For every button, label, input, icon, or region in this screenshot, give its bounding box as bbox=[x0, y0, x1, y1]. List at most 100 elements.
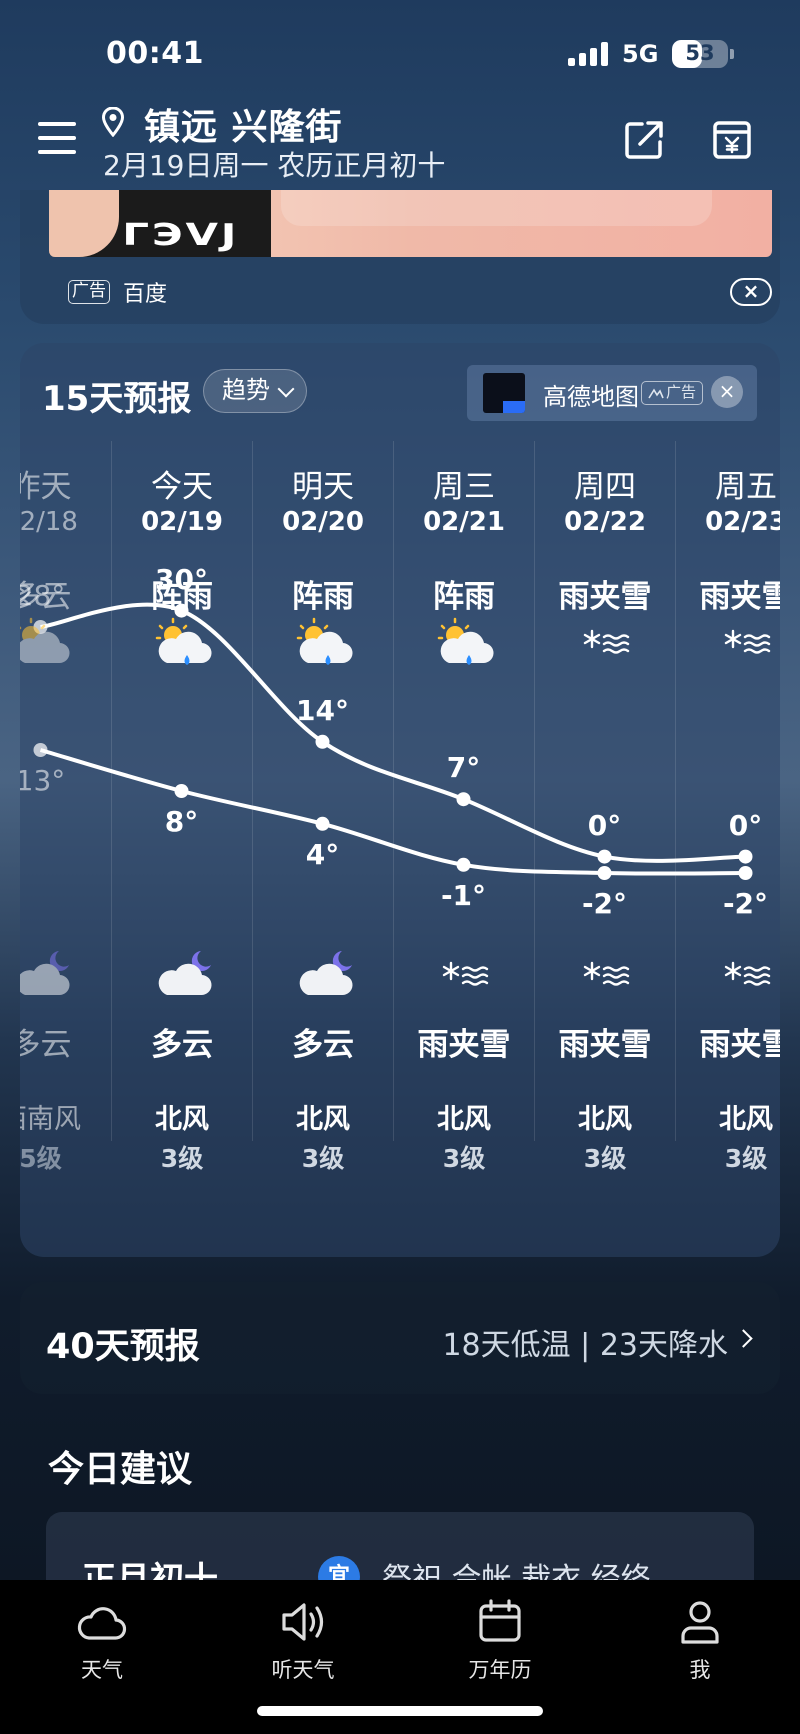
speaker-icon bbox=[282, 1603, 324, 1641]
forecast-day-column[interactable]: 明天 02/20 阵雨 多云 北风 3级 bbox=[252, 441, 393, 1173]
day-condition: 阵雨 bbox=[292, 579, 354, 615]
forecast-day-column[interactable]: 今天 02/19 阵雨 多云 北风 3级 bbox=[111, 441, 252, 1173]
low-temp-label: -2° bbox=[722, 887, 769, 920]
ad-badge: 广告 bbox=[68, 280, 110, 304]
menu-icon[interactable] bbox=[38, 122, 76, 154]
low-temp-label: 4° bbox=[305, 837, 340, 871]
low-temp-label: -1° bbox=[440, 878, 487, 912]
amap-ad[interactable]: 高德地图 广告 × bbox=[467, 365, 757, 421]
ad-panel bbox=[271, 190, 772, 257]
day-condition: 阵雨 bbox=[433, 579, 495, 615]
advice-title: 今日建议 bbox=[48, 1449, 193, 1490]
low-temp-label: 13° bbox=[20, 764, 66, 797]
cloudy-night-icon bbox=[20, 951, 70, 996]
night-condition: 多云 bbox=[151, 1027, 213, 1063]
night-condition: 雨夹雪 bbox=[699, 1027, 781, 1063]
day-date: 02/22 bbox=[564, 507, 646, 537]
tab-weather[interactable]: 天气 bbox=[42, 1598, 162, 1684]
wind-direction: 北风 bbox=[296, 1104, 350, 1135]
low-temp-label: -2° bbox=[581, 887, 628, 920]
day-weekday: 周三 bbox=[433, 469, 495, 505]
amap-ad-close-button[interactable]: × bbox=[711, 376, 743, 408]
shower-icon bbox=[437, 617, 494, 665]
calendar-icon bbox=[479, 1599, 521, 1642]
wind-direction: 北风 bbox=[578, 1104, 632, 1135]
battery-level: 53 bbox=[685, 41, 715, 65]
chevron-right-icon bbox=[734, 1329, 753, 1348]
high-temp-label: 28° bbox=[20, 579, 66, 612]
day-weekday: 周五 bbox=[715, 469, 777, 505]
day-weekday: 今天 bbox=[151, 469, 213, 505]
night-condition: 雨夹雪 bbox=[417, 1027, 511, 1063]
ad-thumbnail bbox=[483, 373, 525, 413]
forecast-40-summary: 18天低温 | 23天降水 bbox=[442, 1328, 728, 1363]
tab-me[interactable]: 我 bbox=[640, 1598, 760, 1684]
day-weekday: 周四 bbox=[574, 469, 636, 505]
tab-listen-label: 听天气 bbox=[271, 1658, 335, 1682]
ad-close-button[interactable]: × bbox=[730, 278, 772, 306]
wind-direction: 北风 bbox=[437, 1104, 491, 1135]
sleet-icon bbox=[724, 961, 771, 986]
day-condition: 雨夹雪 bbox=[699, 579, 781, 615]
wind-direction: 北风 bbox=[155, 1104, 209, 1135]
day-date: 02/21 bbox=[423, 507, 505, 537]
shower-icon bbox=[296, 617, 353, 665]
wallet-icon[interactable] bbox=[710, 118, 754, 162]
ad-logo-graphic: ГЭVJ bbox=[122, 218, 240, 253]
trend-button-label: 趋势 bbox=[222, 376, 270, 404]
night-condition: 多云 bbox=[20, 1027, 72, 1063]
location-pin-icon bbox=[102, 107, 124, 137]
forecast-day-column[interactable]: 周三 02/21 阵雨雨夹雪北风 3级 bbox=[393, 441, 534, 1173]
day-condition: 雨夹雪 bbox=[558, 579, 652, 615]
wind-level: 3级 bbox=[724, 1144, 768, 1173]
wind-level: 3级 bbox=[301, 1144, 345, 1173]
wind-level: 3级 bbox=[160, 1144, 204, 1173]
forecast-days[interactable]: 昨天02/18 多云 多云西南风 5级 今天02/19 阵雨多云北风 3级 明天02/20 阵雨… bbox=[20, 441, 780, 1257]
forecast-15-card: 15天预报 趋势 高德地图 广告 × 昨天02/18多云多云西南风5级今天02/… bbox=[20, 343, 780, 1257]
top-ad-card[interactable]: ГЭVJ 广告 百度 × bbox=[20, 190, 780, 324]
day-date: 02/19 bbox=[141, 507, 223, 537]
share-icon[interactable] bbox=[622, 118, 666, 162]
amap-ad-tag: 广告 bbox=[641, 381, 703, 405]
shower-icon bbox=[155, 617, 212, 665]
high-temp-label: 7° bbox=[446, 751, 481, 785]
forecast-40-row[interactable]: 40天预报 18天低温 | 23天降水 bbox=[20, 1282, 780, 1394]
ad-photo: ГЭVJ bbox=[49, 190, 271, 257]
status-time: 00:41 bbox=[106, 36, 204, 71]
night-condition: 多云 bbox=[292, 1027, 354, 1063]
day-weekday: 昨天 bbox=[20, 469, 72, 505]
amap-logo-icon bbox=[648, 388, 664, 399]
forecast-40-title: 40天预报 bbox=[46, 1327, 200, 1367]
low-temp-label: 8° bbox=[164, 805, 199, 838]
forecast-15-title: 15天预报 bbox=[42, 379, 192, 419]
wind-level: 3级 bbox=[442, 1144, 486, 1173]
day-date: 02/20 bbox=[282, 507, 364, 537]
day-date: 02/23 bbox=[705, 507, 780, 537]
wind-level: 3级 bbox=[583, 1144, 627, 1173]
trend-button[interactable]: 趋势 bbox=[203, 369, 307, 413]
sleet-icon bbox=[442, 961, 489, 986]
home-indicator[interactable] bbox=[257, 1706, 543, 1716]
sleet-icon bbox=[724, 629, 771, 654]
forecast-day-column[interactable]: 周五 02/23 雨夹雪 雨夹雪 北风 3级 bbox=[675, 441, 781, 1173]
sleet-icon bbox=[583, 961, 630, 986]
partly-cloudy-icon bbox=[20, 617, 70, 664]
tab-listen[interactable]: 听天气 bbox=[243, 1598, 363, 1684]
tab-calendar[interactable]: 万年历 bbox=[440, 1598, 560, 1684]
high-temp-label: 0° bbox=[728, 808, 763, 842]
amap-ad-name: 高德地图 bbox=[543, 383, 639, 411]
ad-banner-image[interactable]: ГЭVJ bbox=[49, 190, 772, 257]
high-temp-label: 30° bbox=[155, 562, 208, 596]
battery-icon: 53 bbox=[672, 40, 728, 68]
high-temp-label: 0° bbox=[587, 808, 622, 842]
tab-me-label: 我 bbox=[689, 1658, 711, 1682]
night-condition: 雨夹雪 bbox=[558, 1027, 652, 1063]
tab-weather-label: 天气 bbox=[81, 1658, 123, 1682]
user-icon bbox=[681, 1601, 719, 1644]
forecast-day-column[interactable]: 周四 02/22 雨夹雪 雨夹雪 北风 3级 bbox=[534, 441, 675, 1173]
location-title[interactable]: 镇远 兴隆街 bbox=[144, 98, 343, 150]
wind-level: 5级 bbox=[20, 1144, 62, 1173]
network-type: 5G bbox=[622, 40, 659, 68]
wind-direction: 北风 bbox=[719, 1104, 773, 1135]
signal-icon bbox=[568, 42, 610, 66]
